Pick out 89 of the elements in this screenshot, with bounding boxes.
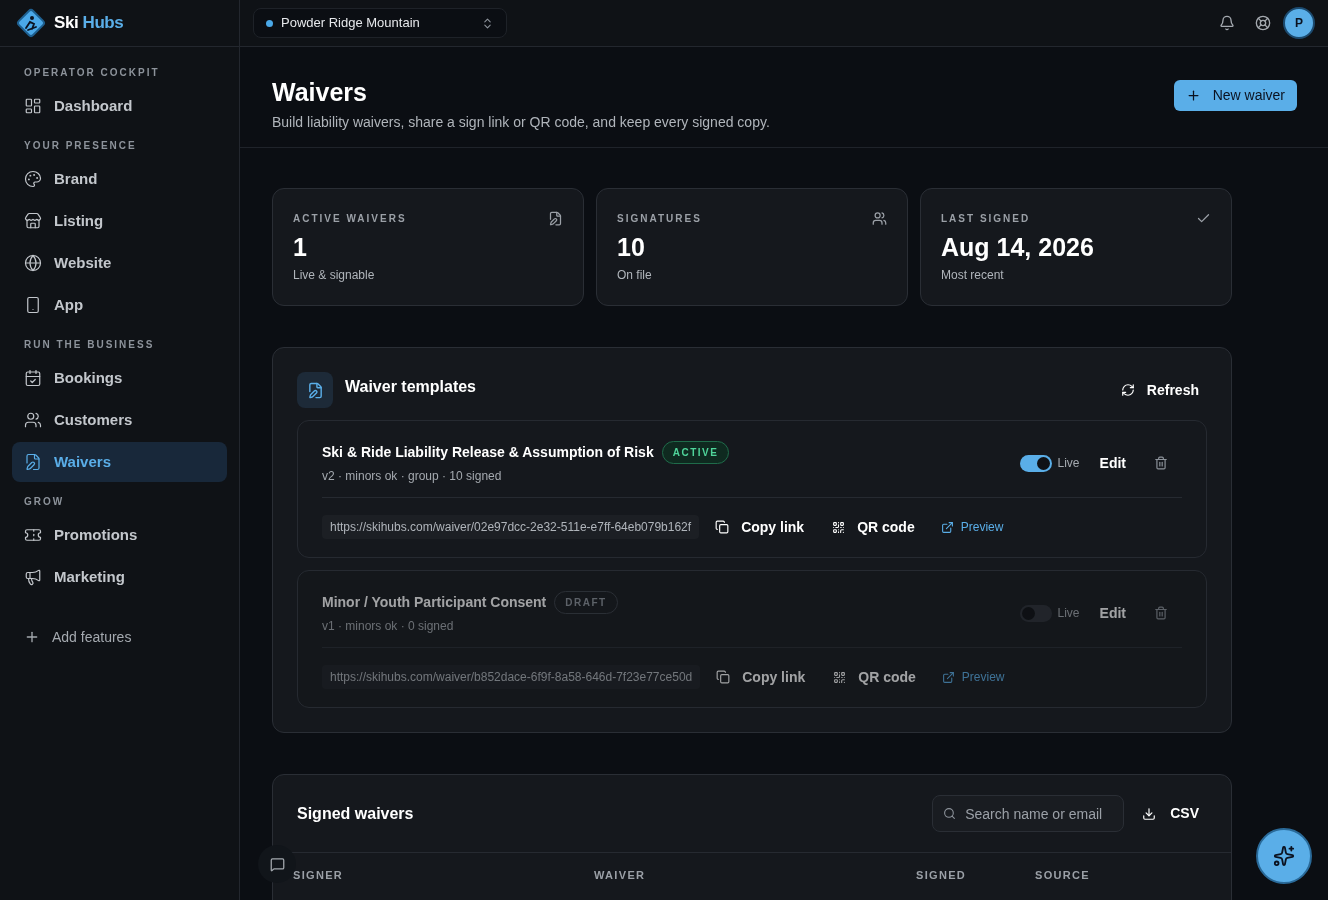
nav-icon	[24, 369, 42, 387]
nav-item[interactable]: Waivers	[12, 442, 227, 482]
stat-label: LAST SIGNED	[941, 212, 1032, 226]
copy-link-button[interactable]: Copy link	[716, 666, 806, 688]
live-toggle[interactable]	[1019, 454, 1052, 472]
download-icon	[1142, 806, 1157, 821]
help-icon[interactable]	[1255, 15, 1271, 31]
live-label: Live	[1057, 455, 1080, 472]
copy-icon	[716, 670, 731, 684]
search-field[interactable]: Search name or email	[932, 795, 1125, 832]
csv-button[interactable]: CSV	[1142, 803, 1199, 824]
status-badge: ACTIVE	[661, 441, 730, 464]
stat-value: Aug 14, 2026	[941, 232, 1095, 262]
plus-icon	[24, 629, 40, 645]
chevrons-icon	[481, 16, 494, 30]
delete-icon[interactable]	[1154, 456, 1168, 470]
qr-icon	[832, 520, 846, 534]
notifications-icon[interactable]	[1219, 15, 1235, 31]
column-header: SIGNED	[916, 868, 968, 883]
stat-caption: Live & signable	[293, 267, 376, 284]
chat-icon	[269, 856, 285, 872]
search-icon	[943, 807, 957, 820]
column-header: SIGNER	[293, 868, 345, 883]
nav-icon	[24, 212, 42, 230]
nav-icon	[24, 453, 42, 471]
qr-code-button[interactable]: QR code	[832, 516, 915, 538]
panel-title: Waiver templates	[345, 377, 476, 397]
preview-link[interactable]: Preview	[940, 518, 1004, 536]
qr-code-button[interactable]: QR code	[833, 666, 916, 688]
nav-item[interactable]: Promotions	[12, 515, 227, 555]
refresh-button[interactable]: Refresh	[1120, 379, 1199, 401]
stat-value: 10	[617, 232, 646, 262]
sparkles-icon	[1273, 845, 1295, 867]
section-heading: GROW	[23, 495, 66, 509]
delete-icon[interactable]	[1154, 606, 1168, 620]
stat-caption: On file	[617, 267, 653, 284]
add-features-link[interactable]: Add features	[12, 617, 227, 657]
live-label: Live	[1057, 605, 1080, 622]
location-picker[interactable]: Powder Ridge Mountain	[253, 8, 507, 38]
assistant-button[interactable]	[1256, 828, 1312, 884]
nav-item[interactable]: Dashboard	[12, 86, 227, 126]
panel-title: Signed waivers	[297, 803, 415, 824]
nav-item[interactable]: Website	[12, 243, 227, 283]
template-name: Ski & Ride Liability Release & Assumption of Risk	[322, 443, 654, 462]
brand-name[interactable]: Ski Hubs	[54, 10, 124, 36]
page-title: Waivers	[272, 77, 368, 107]
template-meta: v2 · minors ok · group · 10 signed	[322, 468, 503, 485]
avatar[interactable]: P	[1283, 7, 1315, 39]
stat-caption: Most recent	[941, 267, 1005, 284]
sign-link-field[interactable]: https://skihubs.com/waiver/02e97dcc-2e32-511e-e7ff-64eb079b162f	[322, 515, 700, 539]
nav-icon	[24, 170, 42, 188]
external-link-icon	[940, 520, 954, 534]
copy-icon	[715, 520, 730, 534]
nav-icon	[24, 97, 42, 115]
sign-link-field[interactable]: https://skihubs.com/waiver/b852dace-6f9f-8a58-646d-7f23e77ce50d	[322, 665, 701, 689]
nav-item[interactable]: Listing	[12, 201, 227, 241]
new-waiver-button[interactable]: New waiver	[1173, 80, 1297, 111]
nav-icon	[24, 254, 42, 272]
template-meta: v1 · minors ok · 0 signed	[322, 618, 455, 635]
templates-icon	[297, 372, 333, 408]
column-header: WAIVER	[594, 868, 647, 883]
stat-value: 1	[293, 232, 308, 262]
stat-icon	[872, 211, 887, 226]
edit-button[interactable]: Edit	[1099, 602, 1126, 624]
page-subtitle: Build liability waivers, share a sign link or QR code, and keep every signed copy.	[272, 113, 771, 132]
column-header: SOURCE	[1035, 868, 1091, 883]
plus-icon	[1185, 88, 1201, 103]
stat-label: ACTIVE WAIVERS	[293, 212, 408, 226]
stat-icon	[548, 211, 563, 226]
copy-link-button[interactable]: Copy link	[715, 516, 805, 538]
qr-icon	[833, 670, 847, 684]
nav-item[interactable]: Customers	[12, 400, 227, 440]
preview-link[interactable]: Preview	[941, 668, 1005, 686]
nav-icon	[24, 568, 42, 586]
template-name: Minor / Youth Participant Consent	[322, 593, 547, 612]
external-link-icon	[941, 670, 955, 684]
section-heading: YOUR PRESENCE	[23, 139, 138, 153]
nav-item[interactable]: App	[12, 285, 227, 325]
nav-item[interactable]: Marketing	[12, 557, 227, 597]
refresh-icon	[1120, 383, 1135, 397]
section-heading: RUN THE BUSINESS	[23, 338, 156, 352]
nav-item[interactable]: Brand	[12, 159, 227, 199]
stat-label: SIGNATURES	[617, 212, 703, 226]
nav-icon	[24, 411, 42, 429]
edit-button[interactable]: Edit	[1099, 452, 1126, 474]
nav-item[interactable]: Bookings	[12, 358, 227, 398]
nav-icon	[24, 296, 42, 314]
nav-icon	[24, 526, 42, 544]
section-heading: OPERATOR COCKPIT	[23, 66, 161, 80]
